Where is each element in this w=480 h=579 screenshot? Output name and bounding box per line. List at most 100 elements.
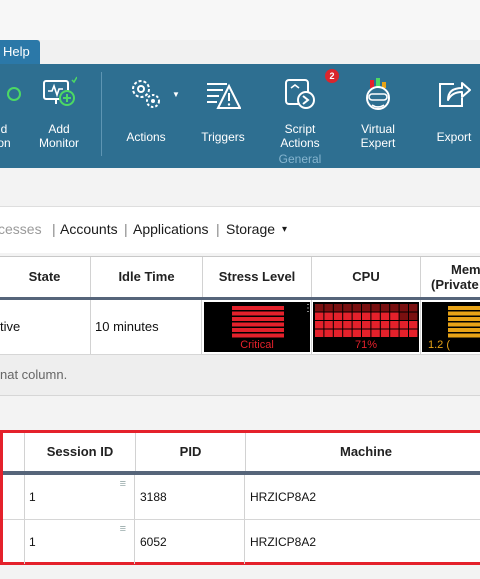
tab-applications[interactable]: Applications [133, 221, 209, 237]
cell-pid: 3188 [136, 475, 245, 519]
memory-bars [448, 306, 480, 338]
cpu-cell [333, 329, 343, 337]
row-blank-cell [0, 475, 25, 519]
cpu-cell [324, 321, 333, 329]
cpu-cell [324, 304, 333, 312]
cell-state: tive [0, 300, 91, 354]
cpu-cell [399, 312, 408, 320]
cpu-cell [333, 321, 343, 329]
virtual-expert-label-2: Expert [360, 136, 396, 150]
machine-value: HRZICP8A2 [250, 535, 317, 549]
tab-accounts[interactable]: Accounts [60, 221, 118, 237]
cpu-cell [343, 329, 352, 337]
cpu-cell [315, 321, 324, 329]
blank-area [0, 396, 480, 430]
cpu-cell [362, 304, 371, 312]
cpu-cell [409, 329, 418, 337]
cpu-cell [343, 321, 352, 329]
partial-label-2: on [0, 136, 11, 150]
memory-bar [448, 317, 480, 321]
tab-separator: | [124, 221, 128, 237]
header-machine[interactable]: Machine [246, 433, 480, 471]
monitor-icon [7, 87, 21, 101]
cpu-cell [362, 329, 371, 337]
sessions-table: Session ID PID Machine 1 ≡ 3188 HRZICP8A… [0, 430, 480, 565]
header-idle-time[interactable]: Idle Time [91, 257, 203, 297]
header-pid[interactable]: PID [136, 433, 246, 471]
cpu-cell [399, 329, 408, 337]
cpu-cell [343, 312, 352, 320]
memory-bar [448, 311, 480, 316]
row-blank-cell [0, 520, 25, 564]
cell-cpu: 71% [312, 300, 421, 354]
cpu-grid [315, 304, 418, 337]
header-state[interactable]: State [0, 257, 91, 297]
header-memory-line1: Mem [451, 262, 480, 277]
storage-dropdown-icon[interactable]: ▾ [282, 224, 287, 235]
cpu-cell [380, 312, 390, 320]
memory-bar [448, 322, 480, 327]
stress-bars [232, 306, 284, 338]
script-actions-icon [285, 79, 315, 109]
actions-label: Actions [126, 130, 166, 144]
menu-bar [40, 40, 480, 64]
virtual-expert-button[interactable]: Virtual Expert [346, 64, 410, 164]
cell-session-id: 1 ≡ [25, 475, 135, 519]
cpu-cell [371, 321, 380, 329]
script-actions-button[interactable]: 2 Script Actions General [268, 64, 339, 166]
memory-gauge: 1.2 ( [422, 302, 480, 352]
export-label: Export [436, 130, 472, 144]
triggers-button[interactable]: Triggers [192, 64, 254, 164]
cpu-cell [371, 329, 380, 337]
cell-session-id: 1 ≡ [25, 520, 135, 564]
cell-pid: 6052 [136, 520, 245, 564]
machine-value: HRZICP8A2 [250, 490, 317, 504]
table-row[interactable]: 1 ≡ 6052 HRZICP8A2 [3, 520, 480, 564]
add-monitor-button[interactable]: Add Monitor [30, 64, 88, 164]
cpu-cell [343, 304, 352, 312]
tab-processes[interactable]: cesses [0, 221, 42, 237]
cpu-cell [315, 312, 324, 320]
table-row[interactable]: 1 ≡ 3188 HRZICP8A2 [3, 475, 480, 520]
export-button[interactable]: Export [424, 64, 480, 164]
stress-gauge: Critical [204, 302, 310, 352]
stress-bar [232, 306, 284, 310]
cpu-cell [352, 321, 361, 329]
sessions-table-header: Session ID PID Machine [3, 433, 480, 475]
header-session-id[interactable]: Session ID [25, 433, 136, 471]
cpu-cell [371, 304, 380, 312]
header-memory[interactable]: Mem (Private [421, 257, 480, 297]
row-menu-icon[interactable]: ≡ [120, 479, 126, 490]
menu-help[interactable]: Help [0, 40, 40, 64]
script-actions-badge: 2 [325, 69, 339, 83]
add-monitor-label-2: Monitor [38, 136, 79, 150]
cell-memory: 1.2 ( [421, 300, 480, 354]
stress-bar [232, 317, 284, 321]
pid-value: 3188 [140, 490, 167, 504]
pid-value: 6052 [140, 535, 167, 549]
row-menu-icon[interactable]: ≡ [120, 524, 126, 535]
actions-button[interactable]: ▼ Actions [114, 64, 180, 164]
cpu-gauge: 71% [313, 302, 419, 352]
stress-bar [232, 328, 284, 332]
cpu-cell [409, 312, 418, 320]
header-cpu[interactable]: CPU [312, 257, 421, 297]
cpu-cell [315, 304, 324, 312]
stress-bar [232, 311, 284, 316]
memory-bar [448, 328, 480, 332]
session-id-value: 1 [29, 490, 36, 504]
triggers-label: Triggers [201, 130, 245, 144]
cpu-cell [333, 312, 343, 320]
processes-table-row[interactable]: tive 10 minutes Critical ⋮ 71% 1.2 ( [0, 300, 480, 355]
stress-bar [232, 333, 284, 338]
actions-dropdown-icon[interactable]: ▼ [172, 88, 180, 102]
header-stress-level[interactable]: Stress Level [203, 257, 312, 297]
header-blank [0, 433, 25, 471]
header-memory-line2: (Private [431, 277, 479, 292]
cpu-cell [380, 321, 390, 329]
cpu-cell [362, 312, 371, 320]
tab-storage[interactable]: Storage [226, 221, 275, 237]
ribbon-partial-button[interactable]: d on [0, 64, 22, 164]
hint-text: nat column. [0, 367, 68, 382]
cpu-cell [333, 304, 343, 312]
